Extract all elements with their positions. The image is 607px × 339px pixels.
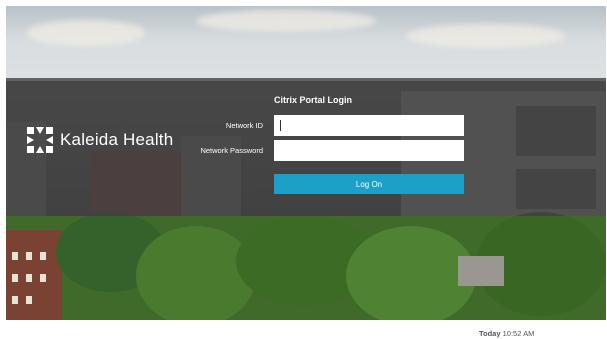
- cloud: [26, 20, 146, 46]
- log-on-button[interactable]: Log On: [274, 174, 464, 194]
- text-cursor: [280, 120, 281, 131]
- cloud: [196, 10, 376, 32]
- status-time: Today 10:52 AM: [479, 329, 534, 338]
- network-id-label: Network ID: [225, 121, 263, 130]
- brick-house: [6, 230, 62, 320]
- tree-canopy: [6, 212, 606, 320]
- tree: [346, 226, 476, 320]
- network-password-input[interactable]: [274, 140, 464, 161]
- cloud: [406, 24, 566, 48]
- kaleida-logo-icon: [27, 127, 53, 153]
- status-day: Today: [479, 329, 501, 338]
- background-photo: [6, 6, 606, 320]
- status-clock: 10:52 AM: [502, 329, 535, 338]
- rooftop: [458, 256, 504, 286]
- network-id-input[interactable]: [274, 115, 464, 136]
- network-password-label: Network Password: [200, 146, 263, 155]
- login-title: Citrix Portal Login: [274, 95, 353, 105]
- sky: [6, 6, 606, 86]
